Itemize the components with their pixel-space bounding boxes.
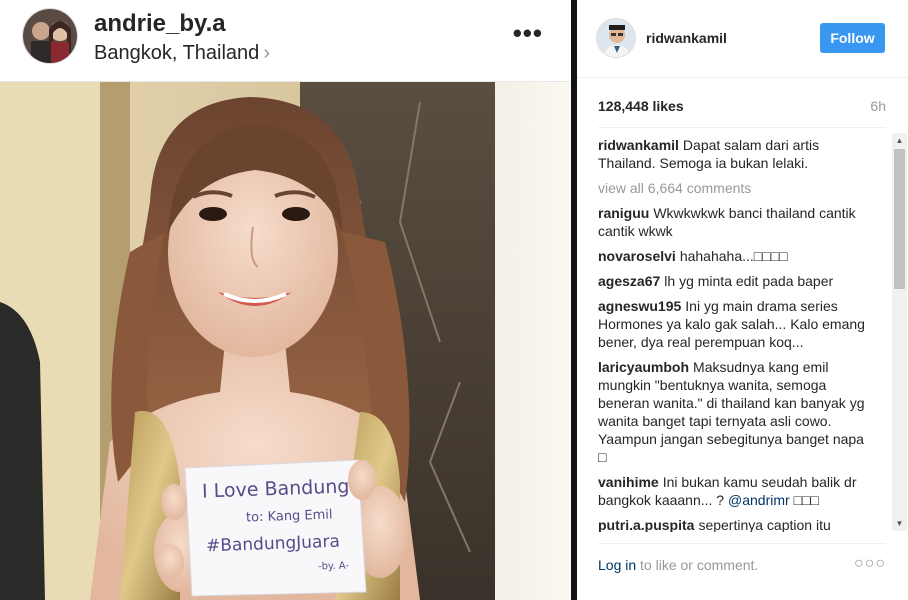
view-all-comments-link[interactable]: view all 6,664 comments [598,179,868,197]
comment-username[interactable]: agesza67 [598,273,660,289]
divider [598,127,886,128]
note-line-2: to: Kang Emil [245,507,333,526]
scroll-thumb[interactable] [894,149,905,289]
comments-scrollbar[interactable]: ▲ ▼ [892,133,907,531]
mention-link[interactable]: @andrimr [728,492,790,508]
comment-text: lh yg minta edit pada baper [664,273,834,289]
chevron-right-icon: › [263,42,270,64]
list-item: novaroselvi hahahaha...□□□□ [598,247,868,265]
list-item: laricyaumboh Maksudnya kang emil mungkin … [598,358,868,466]
list-item: agesza67 lh yg minta edit pada baper [598,272,868,290]
scroll-up-arrow-icon[interactable]: ▲ [892,133,907,148]
comment-text: sepertinya caption itu [698,517,831,532]
avatar[interactable] [596,18,636,58]
embedded-post: andrie_by.a Bangkok, Thailand › ••• I Lo… [0,0,571,600]
list-item: putri.a.puspita sepertinya caption itu [598,516,868,532]
list-item: vanihime Ini bukan kamu seudah balik dr b… [598,473,868,509]
divider [598,543,886,544]
embedded-post-header: andrie_by.a Bangkok, Thailand › ••• [0,0,571,82]
embedded-avatar [22,8,78,64]
likes-row: 128,448 likes 6h [598,98,886,118]
comment-username[interactable]: laricyaumboh [598,359,689,375]
embedded-username: andrie_by.a [94,10,226,37]
comment-username[interactable]: vanihime [598,474,659,490]
caption-username[interactable]: ridwankamil [598,137,679,153]
follow-button[interactable]: Follow [820,23,885,53]
login-prompt-text: to like or comment. [640,557,759,573]
post-username[interactable]: ridwankamil [646,30,727,46]
embedded-location-text: Bangkok, Thailand [94,42,260,64]
comment-username[interactable]: agneswu195 [598,298,681,314]
comment-username[interactable]: raniguu [598,205,649,221]
comment-tail: □□□ [793,492,819,508]
post-timestamp[interactable]: 6h [870,98,886,114]
scroll-down-arrow-icon[interactable]: ▼ [892,516,907,531]
login-link[interactable]: Log in [598,557,636,573]
login-prompt: Log in to like or comment. [598,557,758,573]
comment-username[interactable]: novaroselvi [598,248,676,264]
post-sidebar: ridwankamil Follow 128,448 likes 6h ridw… [577,0,908,600]
embedded-location: Bangkok, Thailand › [94,42,270,65]
more-options-icon: ••• [512,18,543,48]
caption: ridwankamil Dapat salam dari artis Thaila… [598,136,868,172]
likes-count[interactable]: 128,448 likes [598,98,684,114]
list-item: agneswu195 Ini yg main drama series Hormo… [598,297,868,351]
comments-list[interactable]: ridwankamil Dapat salam dari artis Thaila… [598,136,868,532]
note-line-4: -by. A- [317,560,350,573]
list-item: raniguu Wkwkwkwk banci thailand cantik ca… [598,204,868,240]
more-options-icon[interactable]: ○○○ [854,555,886,573]
comment-username[interactable]: putri.a.puspita [598,517,694,532]
post-header: ridwankamil Follow [577,0,908,78]
comment-text: hahahaha...□□□□ [679,248,788,264]
